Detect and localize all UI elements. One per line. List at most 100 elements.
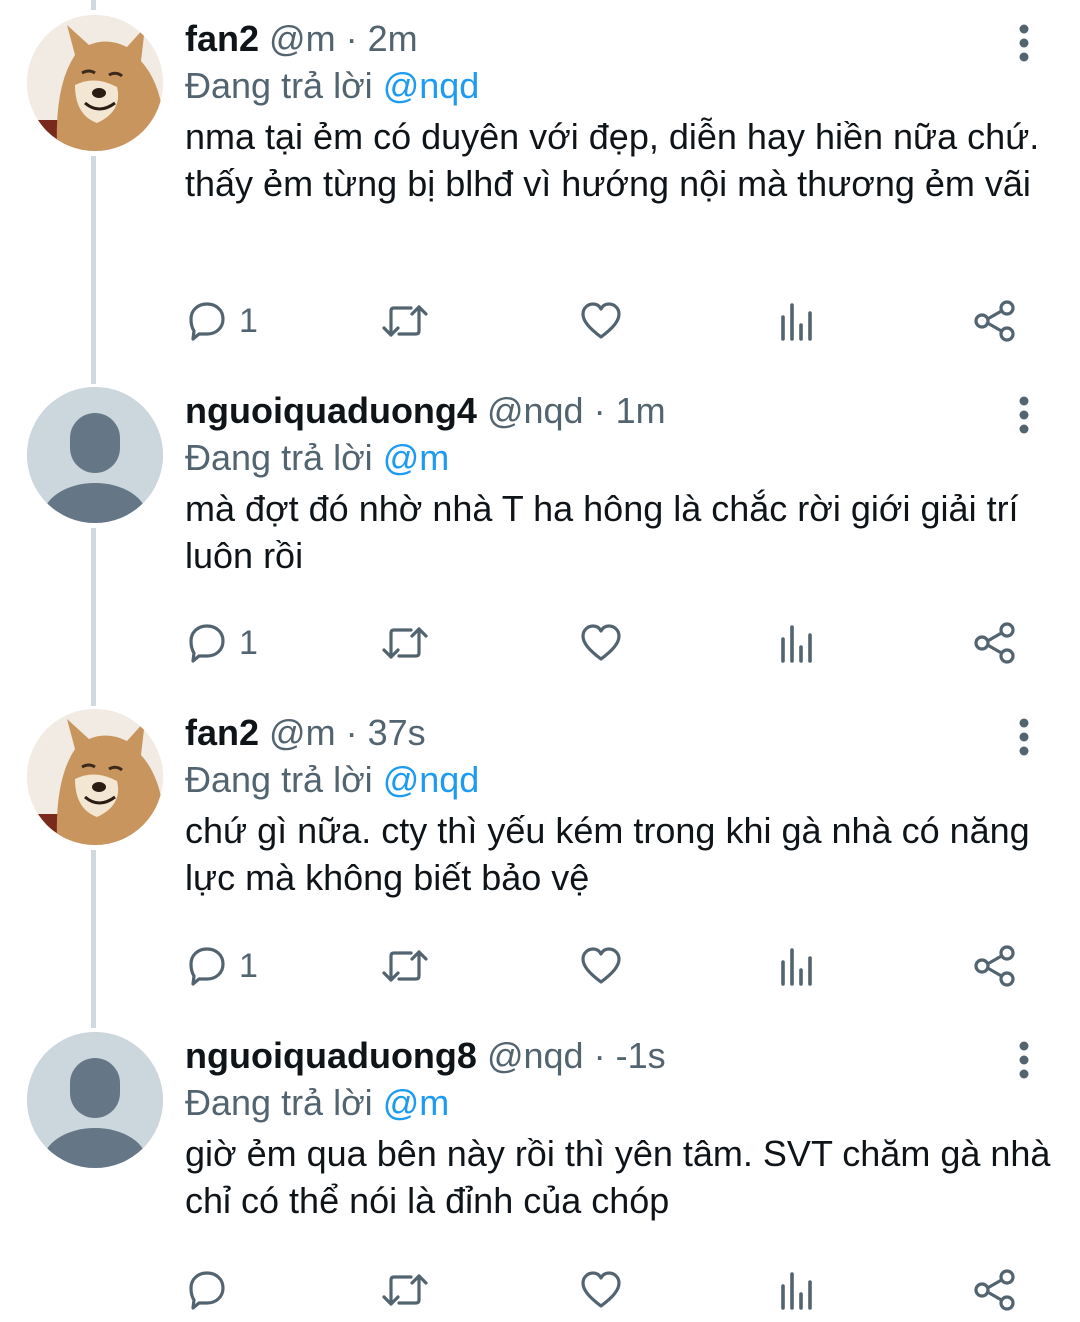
retweet-icon <box>382 305 428 337</box>
share-button[interactable] <box>972 297 1018 345</box>
share-button[interactable] <box>972 942 1018 990</box>
replying-to-label: Đang trả lời <box>185 759 373 800</box>
replying-to: Đang trả lời @nqd <box>185 64 479 108</box>
reply-bubble-icon <box>189 302 225 341</box>
analytics-icon <box>781 303 812 341</box>
share-button[interactable] <box>972 619 1018 667</box>
timestamp[interactable]: 37s <box>368 712 426 753</box>
separator: · <box>345 712 358 753</box>
more-button[interactable] <box>1008 1040 1040 1080</box>
reply-button[interactable] <box>185 1266 239 1314</box>
analytics-icon <box>781 1272 812 1310</box>
display-name[interactable]: fan2 <box>185 712 259 753</box>
replying-to-mention[interactable]: @m <box>383 437 450 478</box>
replying-to-label: Đang trả lời <box>185 65 373 106</box>
share-icon <box>974 300 1015 342</box>
more-vertical-icon <box>1019 24 1029 62</box>
action-bar: 1 <box>0 297 1080 345</box>
retweet-button[interactable] <box>381 942 429 990</box>
default-profile-icon <box>27 1032 163 1168</box>
share-icon <box>974 945 1015 987</box>
reply-button[interactable]: 1 <box>185 619 258 667</box>
views-button[interactable] <box>777 942 817 990</box>
reply-count: 1 <box>239 623 258 662</box>
handle[interactable]: @nqd <box>487 1035 584 1076</box>
more-vertical-icon <box>1019 718 1029 756</box>
tweet[interactable]: fan2 @m · 37s Đang trả lời @nqd chứ gì n… <box>0 694 1080 1016</box>
avatar[interactable] <box>27 709 163 845</box>
tweet[interactable]: nguoiquaduong4 @nqd · 1m Đang trả lời @m… <box>0 372 1080 694</box>
views-button[interactable] <box>777 1266 817 1314</box>
tweet-text: giờ ẻm qua bên này rồi thì yên tâm. SVT … <box>185 1133 1051 1221</box>
reply-count: 1 <box>239 301 258 340</box>
share-icon <box>974 1269 1015 1311</box>
shiba-dog-avatar-image <box>27 15 163 151</box>
retweet-button[interactable] <box>381 1266 429 1314</box>
shiba-dog-avatar-image <box>27 709 163 845</box>
heart-icon <box>581 624 621 661</box>
views-button[interactable] <box>777 619 817 667</box>
avatar[interactable] <box>27 1032 163 1168</box>
tweet-header: nguoiquaduong4 @nqd · 1m <box>185 389 666 433</box>
timestamp[interactable]: 2m <box>368 18 418 59</box>
reply-button[interactable]: 1 <box>185 942 258 990</box>
like-button[interactable] <box>579 1266 623 1314</box>
reply-button[interactable]: 1 <box>185 297 258 345</box>
default-profile-icon <box>27 387 163 523</box>
handle[interactable]: @m <box>269 18 336 59</box>
like-button[interactable] <box>579 297 623 345</box>
more-button[interactable] <box>1008 23 1040 63</box>
separator: · <box>593 1035 606 1076</box>
more-button[interactable] <box>1008 395 1040 435</box>
reply-bubble-icon <box>189 624 225 663</box>
analytics-icon <box>781 625 812 663</box>
timestamp[interactable]: 1m <box>616 390 666 431</box>
tweet[interactable]: nguoiquaduong8 @nqd · -1s Đang trả lời @… <box>0 1017 1080 1322</box>
heart-icon <box>581 302 621 339</box>
tweet[interactable]: fan2 @m · 2m Đang trả lời @nqd nma tại ẻ… <box>0 0 1080 372</box>
heart-icon <box>581 947 621 984</box>
replying-to-mention[interactable]: @m <box>383 1082 450 1123</box>
action-bar: 1 <box>0 942 1080 990</box>
handle[interactable]: @nqd <box>487 390 584 431</box>
tweet-header: fan2 @m · 2m <box>185 17 418 61</box>
display-name[interactable]: nguoiquaduong4 <box>185 390 477 431</box>
heart-icon <box>581 1271 621 1308</box>
avatar[interactable] <box>27 15 163 151</box>
replying-to: Đang trả lời @m <box>185 436 449 480</box>
retweet-icon <box>382 627 428 659</box>
replying-to: Đang trả lời @nqd <box>185 758 479 802</box>
analytics-icon <box>781 948 812 986</box>
retweet-icon <box>382 950 428 982</box>
replying-to-mention[interactable]: @nqd <box>383 65 480 106</box>
share-icon <box>974 622 1015 664</box>
more-vertical-icon <box>1019 1041 1029 1079</box>
reply-bubble-icon <box>189 947 225 986</box>
display-name[interactable]: nguoiquaduong8 <box>185 1035 477 1076</box>
tweet-header: fan2 @m · 37s <box>185 711 426 755</box>
retweet-button[interactable] <box>381 619 429 667</box>
more-button[interactable] <box>1008 717 1040 757</box>
action-bar <box>0 1266 1080 1314</box>
handle[interactable]: @m <box>269 712 336 753</box>
views-button[interactable] <box>777 297 817 345</box>
action-bar: 1 <box>0 619 1080 667</box>
like-button[interactable] <box>579 942 623 990</box>
replying-to: Đang trả lời @m <box>185 1081 449 1125</box>
replying-to-label: Đang trả lời <box>185 437 373 478</box>
timestamp[interactable]: -1s <box>616 1035 666 1076</box>
separator: · <box>593 390 606 431</box>
tweet-header: nguoiquaduong8 @nqd · -1s <box>185 1034 666 1078</box>
replying-to-label: Đang trả lời <box>185 1082 373 1123</box>
retweet-button[interactable] <box>381 297 429 345</box>
avatar[interactable] <box>27 387 163 523</box>
replying-to-mention[interactable]: @nqd <box>383 759 480 800</box>
tweet-text: mà đợt đó nhờ nhà T ha hông là chắc rời … <box>185 488 1019 576</box>
display-name[interactable]: fan2 <box>185 18 259 59</box>
share-button[interactable] <box>972 1266 1018 1314</box>
like-button[interactable] <box>579 619 623 667</box>
reply-bubble-icon <box>189 1271 225 1310</box>
more-vertical-icon <box>1019 396 1029 434</box>
retweet-icon <box>382 1274 428 1306</box>
separator: · <box>345 18 358 59</box>
